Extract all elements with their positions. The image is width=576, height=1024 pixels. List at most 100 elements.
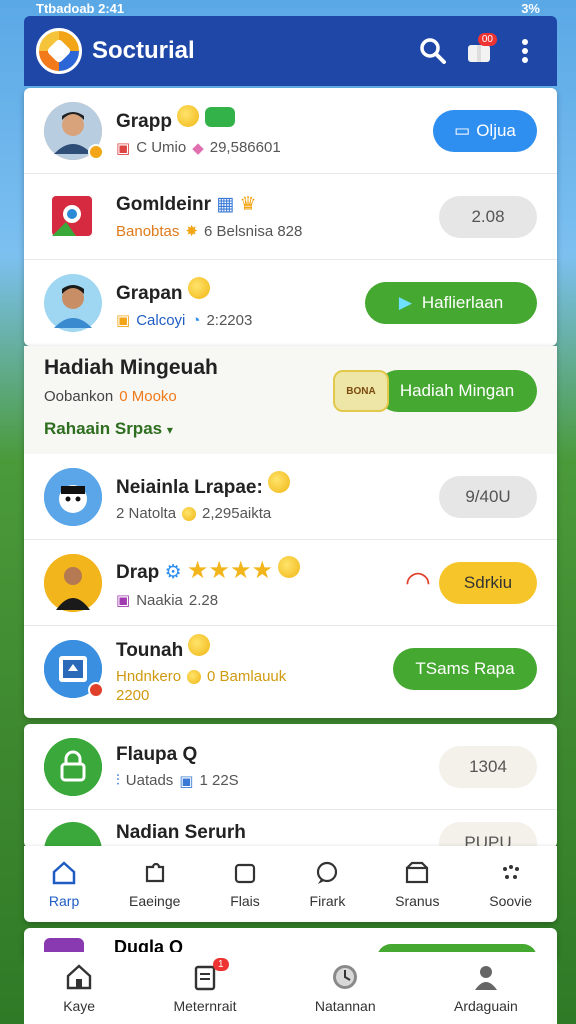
- row-title: Drap: [116, 562, 160, 583]
- section-sub-value: 0 Mooko: [119, 388, 177, 405]
- row-title: Flaupa Q: [116, 743, 198, 765]
- list-item[interactable]: Grapan ▣ Calcoyi ◔ 2:2203 ▶ Haflierlaan: [24, 260, 557, 346]
- dots-icon: [502, 865, 519, 879]
- clock-icon: [333, 965, 358, 989]
- app-title: Socturial: [92, 37, 195, 64]
- notification-badge: 00: [477, 33, 497, 46]
- row-sub: Hndnkero: [116, 668, 182, 685]
- tab-label: Soovie: [489, 893, 533, 909]
- nav-label: Meternrait: [173, 998, 237, 1014]
- avatar: [44, 553, 102, 612]
- row-action-button[interactable]: ▶ Haflierlaan: [365, 282, 537, 324]
- nav-meternrait[interactable]: 1 Meternrait: [173, 958, 237, 1014]
- list-item[interactable]: Gomldeinr ▦ ♛ Banobtas ✸ 6 Belsnisa 828 2.…: [24, 174, 557, 260]
- tag-icon: ◆: [192, 139, 204, 157]
- app-logo-icon: [36, 28, 82, 74]
- tab-eaeinge[interactable]: Eaeinge: [129, 859, 180, 909]
- status-carrier: Ttbadoab: [36, 0, 95, 16]
- list-item[interactable]: Grapp ▣ C Umio ◆ 29,586601 ▭ Oljua: [24, 88, 557, 174]
- status-battery: 3%: [521, 0, 540, 16]
- coin-small-icon: [182, 506, 197, 521]
- row-title: Nadian Serurh: [116, 822, 246, 843]
- gear-icon: ⚙: [164, 562, 182, 583]
- notification-badge: 1: [212, 958, 229, 971]
- avatar: [44, 101, 104, 160]
- coin-small-icon: [187, 669, 202, 684]
- row-action-button[interactable]: 2.08: [439, 195, 537, 238]
- tab-sranus[interactable]: Sranus: [395, 859, 439, 909]
- signal-icon: ⫶: [116, 772, 120, 789]
- star-icon: ★: [208, 557, 230, 584]
- tab-label: Sranus: [395, 893, 440, 909]
- nav-kaye[interactable]: Kaye: [63, 962, 95, 1014]
- coin-icon: [278, 556, 301, 578]
- gift-icon[interactable]: 00: [459, 31, 499, 71]
- play-icon: ▶: [398, 293, 412, 312]
- nav-ardaguain[interactable]: Ardaguain: [454, 962, 518, 1014]
- weekly-card: Hadiah Mingeuah Oobankon 0 Mooko Rahaain …: [24, 346, 557, 718]
- status-dot-icon: [88, 682, 104, 698]
- section-sub: Oobankon: [44, 388, 114, 405]
- list-item[interactable]: Neiainla Lrapae: 2 Natolta 2,295aikta 9/4…: [24, 454, 557, 540]
- status-dot-icon: [88, 143, 104, 160]
- row-action-button[interactable]: PUPU: [439, 822, 537, 848]
- row-sub-extra: 2200: [116, 687, 150, 704]
- tab-label: Eaeinge: [129, 893, 181, 909]
- row-sub-value: 29,586601: [209, 139, 281, 156]
- tab-label: Firark: [309, 893, 346, 909]
- nav-label: Kaye: [63, 998, 96, 1014]
- row-sub-value: 2,295aikta: [202, 505, 272, 522]
- coin-icon: [188, 634, 211, 656]
- section-link[interactable]: Rahaain Srpas ▾: [44, 419, 537, 439]
- status-bar: Ttbadoab 2:41 3%: [0, 0, 576, 16]
- star-icon: ★: [186, 557, 209, 584]
- avatar: [44, 274, 102, 332]
- user-icon: [474, 966, 497, 990]
- weekly-section: Hadiah Mingeuah Oobankon 0 Mooko Rahaain …: [24, 346, 557, 454]
- search-icon[interactable]: [413, 31, 453, 71]
- nav-natannan[interactable]: Natannan: [315, 962, 376, 1014]
- row-action-button[interactable]: TSams Rapa: [393, 648, 537, 690]
- more-menu-icon[interactable]: [505, 31, 545, 71]
- chat-badge-icon: [204, 106, 235, 127]
- trophy-icon: ♛: [239, 194, 257, 215]
- bottom-nav: Kaye 1 Meternrait Natannan Ardaguain: [24, 952, 557, 1024]
- rainbow-icon: ◠: [404, 566, 431, 599]
- row-action-button[interactable]: Sdrkiu: [439, 561, 537, 604]
- row-sub: 2 Natolta: [116, 505, 177, 522]
- coin-icon: [177, 104, 200, 127]
- weekly-reward-button[interactable]: Hadiah Mingan: [377, 370, 537, 412]
- row-action-button[interactable]: ▭ Oljua: [433, 109, 537, 152]
- inner-tab-bar: Rarp Eaeinge Flais Firark Sranus Soovie: [24, 846, 557, 922]
- lock-icon: ▣: [116, 312, 131, 329]
- cube-icon: ▣: [179, 772, 194, 790]
- list-item[interactable]: Flaupa Q ⫶ Uatads ▣ 1 22S 1304: [24, 724, 557, 810]
- row-sub-value: 0 Bamlauuk: [207, 668, 287, 685]
- row-action-button[interactable]: 1304: [439, 745, 537, 788]
- star-icon: ★: [229, 557, 252, 584]
- grid-icon: ▣: [116, 592, 131, 609]
- tab-flais[interactable]: Flais: [230, 859, 260, 909]
- status-time: 2:41: [98, 0, 125, 16]
- row-title: Neiainla Lrapae:: [116, 477, 263, 498]
- avatar: [44, 467, 102, 526]
- avatar: [44, 822, 102, 848]
- tab-label: Flais: [230, 893, 260, 909]
- row-sub-value: 2:2203: [206, 311, 253, 329]
- list-item[interactable]: Nadian Serurh PUPU: [24, 810, 557, 848]
- row-title: Gomldeinr: [116, 194, 212, 215]
- weekly-reward[interactable]: BONA Hadiah Mingan: [333, 370, 537, 412]
- list-item[interactable]: Tounah Hndnkero 0 Bamlauuk 2200 TSams Rap…: [24, 626, 557, 712]
- game-icon: [44, 187, 102, 246]
- home-icon: [66, 964, 92, 990]
- chat-icon: [317, 861, 338, 884]
- nav-label: Ardaguain: [453, 998, 518, 1014]
- row-action-button[interactable]: 9/40U: [439, 475, 537, 518]
- chevron-down-icon: ▾: [166, 423, 173, 437]
- tab-soovie[interactable]: Soovie: [489, 859, 532, 909]
- tab-rarp[interactable]: Rarp: [49, 859, 79, 909]
- sparkle-icon: ✸: [185, 223, 198, 240]
- list-item[interactable]: Drap ⚙ ★★★★ ▣ Naakia 2.28 ◠ Sdrkiu: [24, 540, 557, 626]
- tab-firark[interactable]: Firark: [309, 859, 346, 909]
- row-sub: C Umio: [136, 139, 187, 156]
